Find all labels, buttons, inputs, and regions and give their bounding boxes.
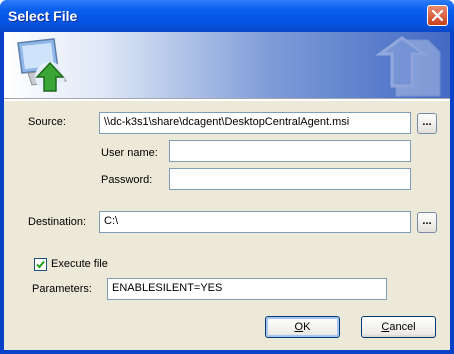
cancel-button[interactable]: Cancel: [361, 316, 436, 338]
username-label: User name:: [101, 147, 158, 159]
checkmark-icon: [36, 260, 45, 269]
cancel-button-label-rest: ancel: [389, 321, 416, 333]
source-browse-button[interactable]: ...: [417, 113, 437, 134]
source-label: Source:: [28, 116, 66, 128]
banner-divider: [4, 98, 450, 101]
header-banner: [4, 32, 450, 98]
parameters-field[interactable]: ENABLESILENT=YES: [107, 278, 387, 300]
execute-file-checkbox[interactable]: [34, 258, 47, 271]
ok-button[interactable]: OK: [265, 316, 340, 338]
destination-browse-button[interactable]: ...: [417, 212, 437, 233]
close-icon: [432, 10, 443, 21]
password-label: Password:: [101, 174, 153, 186]
execute-file-label[interactable]: Execute file: [51, 258, 108, 270]
close-button[interactable]: [427, 5, 448, 26]
window-title: Select File: [8, 8, 78, 24]
select-file-dialog: Select File Source: \\dc-k3s1\share\dcag…: [0, 0, 454, 354]
ok-button-label-rest: K: [303, 321, 311, 333]
destination-field[interactable]: C:\: [99, 211, 411, 233]
ok-button-mnemonic: O: [294, 321, 304, 333]
document-upload-icon: [375, 36, 441, 97]
source-field[interactable]: \\dc-k3s1\share\dcagent\DesktopCentralAg…: [99, 112, 411, 134]
parameters-label: Parameters:: [32, 283, 92, 295]
dialog-body: Source: \\dc-k3s1\share\dcagent\DesktopC…: [4, 32, 450, 350]
password-field[interactable]: [169, 168, 411, 190]
username-field[interactable]: [169, 140, 411, 162]
title-bar[interactable]: Select File: [0, 0, 454, 32]
computer-upload-icon: [17, 38, 67, 92]
destination-label: Destination:: [28, 216, 87, 228]
